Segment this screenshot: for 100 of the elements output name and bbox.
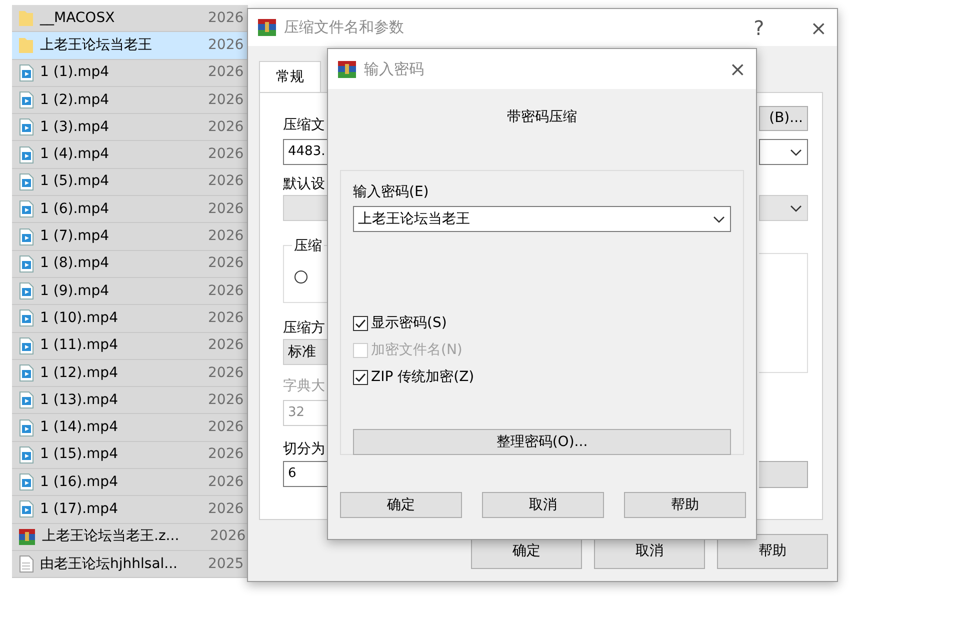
file-row[interactable]: 1 (6).mp4 2026	[12, 196, 248, 224]
file-row[interactable]: 1 (12).mp4 2026	[12, 360, 248, 388]
dialog-button[interactable]: 确定	[340, 492, 462, 518]
field-label: 压缩文	[283, 116, 326, 134]
file-name: 1 (5).mp4	[40, 172, 110, 192]
close-button[interactable]: ×	[810, 18, 827, 38]
file-name: 上老王论坛当老王.z...	[42, 527, 180, 546]
file-row[interactable]: 1 (10).mp4 2026	[12, 305, 248, 333]
file-name: 上老王论坛当老王	[40, 36, 153, 55]
file-date: 2026	[208, 200, 244, 219]
field-label: 切分为	[283, 440, 326, 458]
file-row[interactable]: 1 (15).mp4 2026	[12, 442, 248, 470]
archive-name-dropdown[interactable]	[759, 139, 808, 165]
file-name: 1 (10).mp4	[40, 308, 119, 328]
help-button[interactable]: ?	[754, 18, 764, 38]
file-date: 2026	[208, 390, 244, 410]
tab[interactable]: 常规	[259, 61, 321, 92]
checkbox-label: ZIP 传统加密(Z)	[371, 368, 474, 387]
app-icon	[338, 60, 356, 78]
file-name: 1 (1).mp4	[40, 63, 110, 82]
file-date: 2026	[208, 445, 244, 464]
video-file-icon	[18, 228, 34, 246]
field-label: 输入密码(E)	[353, 183, 430, 201]
video-file-icon	[18, 146, 34, 164]
file-row[interactable]: 1 (3).mp4 2026	[12, 114, 248, 142]
text-file-icon	[18, 555, 34, 574]
window-title: 输入密码	[364, 58, 424, 80]
method-dropdown[interactable]: 标准	[283, 339, 329, 365]
video-file-icon	[18, 172, 34, 191]
checkbox[interactable]	[353, 316, 368, 331]
file-row[interactable]: 1 (7).mp4 2026	[12, 223, 248, 251]
file-date: 2026	[208, 172, 244, 192]
file-date: 2026	[208, 36, 244, 55]
checkbox[interactable]	[353, 370, 368, 385]
file-row[interactable]: 1 (9).mp4 2026	[12, 278, 248, 306]
file-row[interactable]: 1 (8).mp4 2026	[12, 250, 248, 278]
file-row[interactable]: 1 (2).mp4 2026	[12, 86, 248, 114]
archive-icon	[18, 528, 36, 546]
video-file-icon	[18, 446, 34, 464]
file-name: 1 (9).mp4	[40, 282, 110, 301]
video-file-icon	[18, 254, 34, 273]
organize-passwords-button[interactable]: 整理密码(O)...	[353, 429, 731, 455]
dialog-button[interactable]: 帮助	[717, 534, 828, 569]
file-row[interactable]: 1 (16).mp4 2026	[12, 469, 248, 496]
app-icon	[258, 19, 276, 36]
field-label: 压缩方	[283, 319, 326, 337]
close-button[interactable]: ×	[729, 59, 746, 79]
video-file-icon	[18, 418, 34, 437]
video-file-icon	[18, 64, 34, 82]
file-row[interactable]: __MACOSX 2026	[12, 5, 248, 32]
file-date: 2026	[208, 254, 244, 274]
file-row[interactable]: 上老王论坛当老王.z... 2026	[12, 524, 248, 551]
archive-name-field[interactable]: 4483.	[283, 139, 329, 165]
caret-icon	[789, 202, 803, 214]
window-title: 压缩文件名和参数	[284, 17, 404, 38]
file-name: 1 (16).mp4	[40, 472, 119, 492]
file-name: 由老王论坛hjhhlsal...	[40, 554, 179, 574]
file-row[interactable]: 1 (17).mp4 2026	[12, 496, 248, 524]
video-file-icon	[18, 500, 34, 518]
video-file-icon	[18, 118, 34, 136]
field-label: 默认设	[283, 175, 326, 193]
caret-icon	[789, 146, 803, 158]
file-row[interactable]: 1 (13).mp4 2026	[12, 387, 248, 414]
caret-icon	[712, 214, 726, 224]
file-date: 2025	[208, 554, 244, 574]
file-row[interactable]: 1 (11).mp4 2026	[12, 332, 248, 360]
file-row[interactable]: 上老王论坛当老王 2026	[12, 32, 248, 60]
file-row[interactable]: 1 (1).mp4 2026	[12, 60, 248, 87]
file-row[interactable]: 1 (14).mp4 2026	[12, 414, 248, 442]
file-row[interactable]: 1 (5).mp4 2026	[12, 168, 248, 196]
video-file-icon	[18, 364, 34, 382]
file-name: 1 (7).mp4	[40, 227, 110, 246]
field-value: 上老王论坛当老王	[358, 210, 470, 228]
file-name: 1 (11).mp4	[40, 336, 119, 356]
browse-button[interactable]: (B)...	[759, 106, 808, 131]
dialog-button[interactable]: 取消	[482, 492, 604, 518]
file-name: 1 (14).mp4	[40, 418, 119, 438]
file-date: 2026	[208, 227, 244, 246]
group-label: 压缩	[292, 237, 324, 255]
file-date: 2026	[208, 118, 244, 137]
file-name: 1 (8).mp4	[40, 254, 110, 274]
dialog-button[interactable]: 帮助	[624, 492, 746, 518]
field-label: 字典大	[283, 377, 326, 395]
file-row[interactable]: 由老王论坛hjhhlsal... 2025	[12, 550, 248, 578]
folder-icon	[18, 9, 34, 28]
file-date: 2026	[208, 500, 244, 519]
file-name: 1 (2).mp4	[40, 90, 110, 110]
file-date: 2026	[210, 527, 246, 546]
checkbox-label: 显示密码(S)	[371, 314, 447, 333]
folder-icon	[18, 36, 34, 54]
file-row[interactable]: 1 (4).mp4 2026	[12, 141, 248, 169]
password-dropdown[interactable]: 上老王论坛当老王	[353, 206, 731, 232]
file-date: 2026	[208, 308, 244, 328]
radio-button[interactable]	[294, 270, 308, 284]
file-date: 2026	[208, 8, 244, 28]
file-name: 1 (6).mp4	[40, 200, 110, 219]
video-file-icon	[18, 336, 34, 355]
file-name: 1 (3).mp4	[40, 118, 110, 137]
split-field[interactable]: 6	[283, 461, 329, 487]
file-name: 1 (13).mp4	[40, 390, 119, 410]
